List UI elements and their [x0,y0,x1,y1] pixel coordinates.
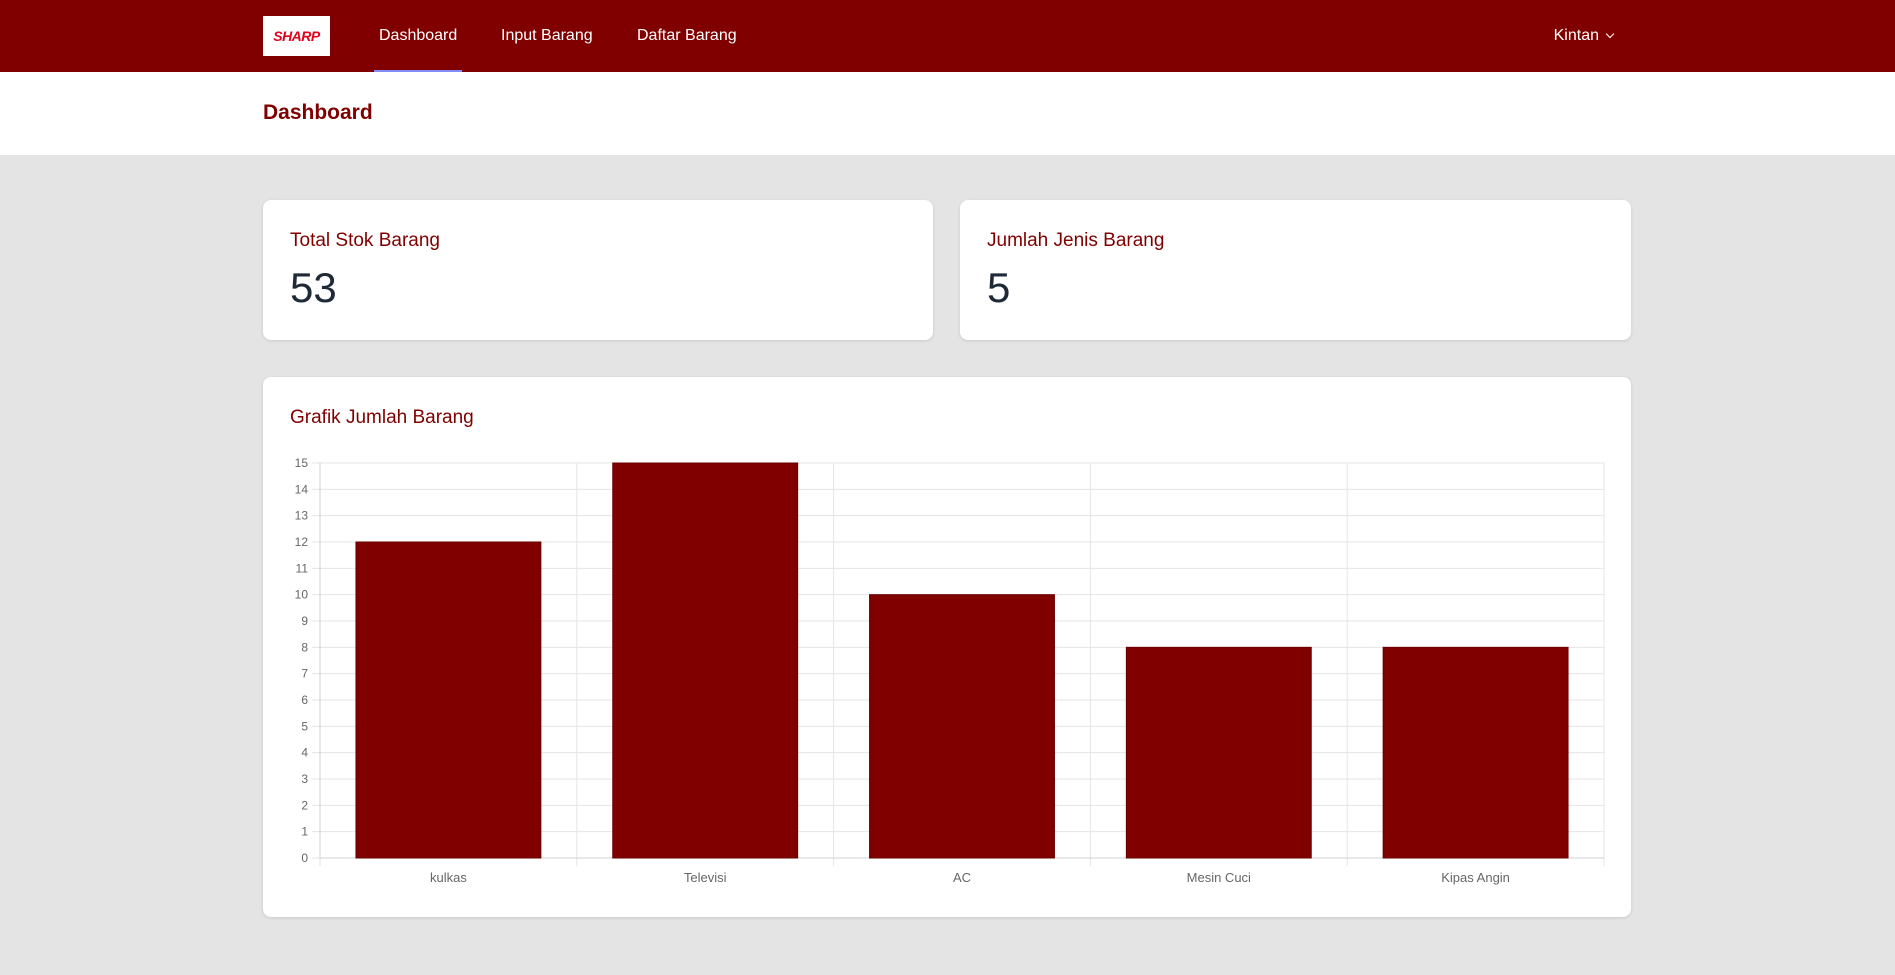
chart-card: Grafik Jumlah Barang 0 1 2 3 4 5 6 7 8 9 10 11 12 13 1… [263,377,1631,917]
logo-text: SHARP [273,28,320,44]
x-tick-label: Kipas Angin [1441,870,1510,885]
x-tick-label: Mesin Cuci [1187,870,1251,885]
y-tick-label: 14 [295,482,309,496]
y-tick-label: 8 [301,640,308,654]
y-tick-label: 12 [295,535,309,549]
y-tick-label: 0 [301,851,308,865]
y-tick-label: 15 [295,456,309,470]
x-tick-label: kulkas [430,870,467,885]
item-types-card: Jumlah Jenis Barang 5 [960,200,1631,340]
nav-dashboard[interactable]: Dashboard [373,0,463,72]
bar-kipas-angin [1382,646,1569,859]
sharp-logo[interactable]: SHARP [263,16,330,56]
y-tick-label: 2 [301,798,308,812]
x-tick-label: AC [953,870,971,885]
bar-mesin-cuci [1125,646,1312,859]
item-types-label: Jumlah Jenis Barang [987,230,1165,251]
bar-ac [869,594,1055,859]
y-tick-label: 13 [295,509,309,523]
user-name: Kintan [1553,27,1599,44]
bar-chart: 0123456789101112131415kulkas Televisi AC Me… [295,456,1605,885]
y-tick-label: 11 [296,561,309,575]
y-tick-label: 1 [301,825,308,839]
x-tick-label: Televisi [684,870,727,885]
y-tick-label: 3 [301,772,308,786]
nav-daftar-barang[interactable]: Daftar Barang [637,0,737,72]
bar-kulkas [355,541,542,859]
y-tick-label: 9 [301,614,308,628]
y-tick-label: 5 [301,719,308,733]
bar-televisi [612,462,799,859]
total-stock-value: 53 [290,264,337,311]
y-tick-label: 7 [301,667,308,681]
item-types-value: 5 [987,264,1011,311]
top-navbar: SHARP Dashboard Input Barang Daftar Bara… [0,0,1895,72]
total-stock-card: Total Stok Barang 53 [263,200,933,340]
total-stock-label: Total Stok Barang [290,230,440,251]
chevron-down-icon [1605,29,1615,39]
y-tick-label: 6 [301,693,308,707]
y-tick-label: 10 [295,588,309,602]
nav-input-barang[interactable]: Input Barang [501,0,593,72]
page-title: Dashboard [263,101,373,124]
y-tick-label: 4 [301,746,308,760]
user-menu[interactable]: Kintan [1553,0,1615,72]
